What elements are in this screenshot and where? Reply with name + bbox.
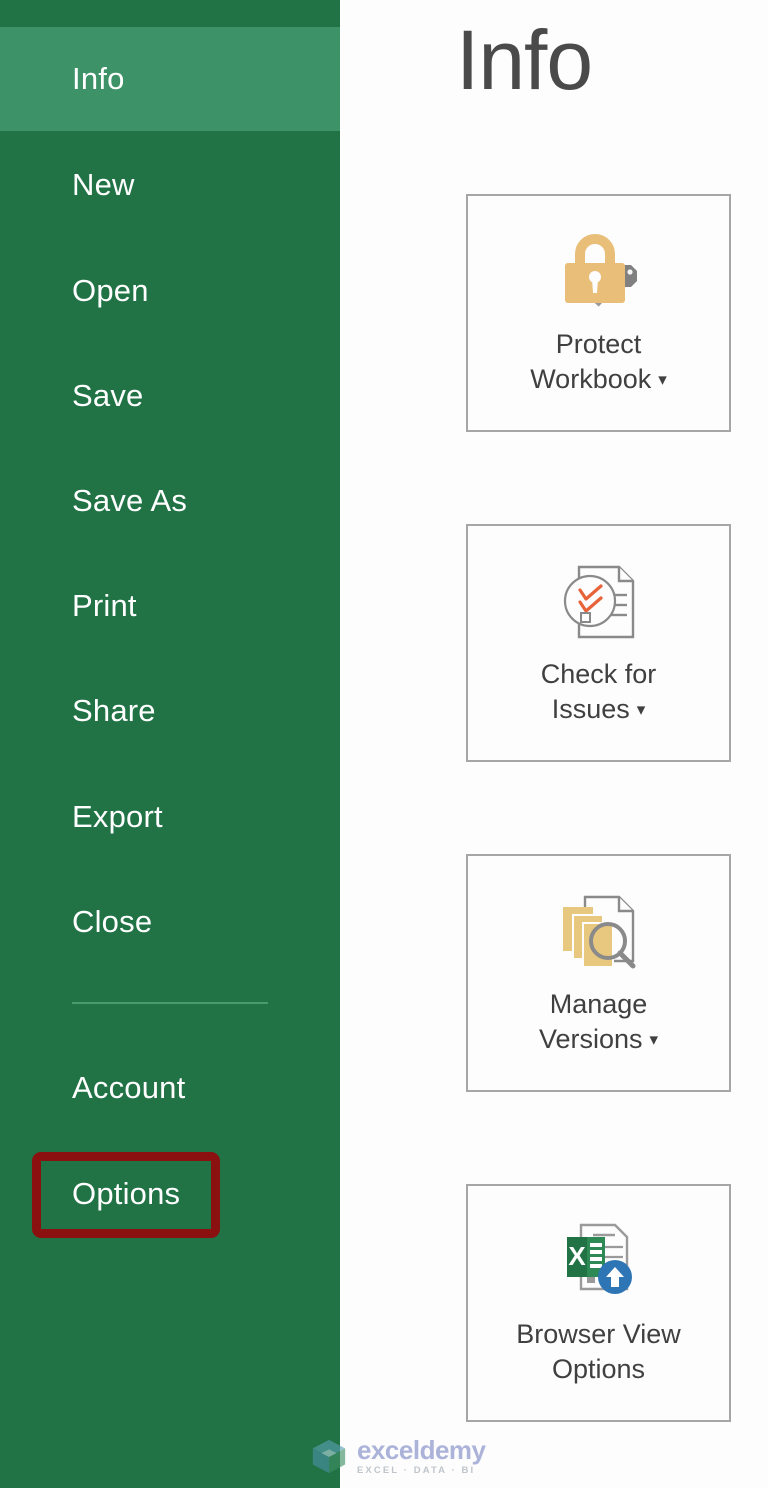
card-label-line2: Versions bbox=[538, 1024, 643, 1054]
sidebar-item-options[interactable]: Options bbox=[0, 1142, 340, 1246]
sidebar-item-new[interactable]: New bbox=[0, 133, 340, 237]
sidebar-item-label: Print bbox=[72, 588, 137, 623]
sidebar-item-label: Save bbox=[72, 378, 144, 413]
sidebar-item-label: New bbox=[72, 167, 135, 202]
card-label: Manage Versions ▾ bbox=[533, 987, 664, 1056]
card-protect-workbook[interactable]: Protect Workbook ▾ bbox=[466, 194, 731, 432]
card-manage-versions[interactable]: Manage Versions ▾ bbox=[466, 854, 731, 1092]
sidebar-item-label: Open bbox=[72, 273, 149, 308]
sidebar-item-open[interactable]: Open bbox=[0, 239, 340, 343]
sidebar-item-save[interactable]: Save bbox=[0, 344, 340, 448]
card-label-line2: Options bbox=[551, 1354, 646, 1384]
sidebar-item-save-as[interactable]: Save As bbox=[0, 449, 340, 553]
sidebar-item-export[interactable]: Export bbox=[0, 765, 340, 869]
sidebar-item-label: Account bbox=[72, 1070, 186, 1105]
sidebar-item-label: Info bbox=[72, 61, 125, 96]
sidebar-divider bbox=[72, 1002, 268, 1004]
card-label: Protect Workbook ▾ bbox=[524, 327, 673, 396]
sidebar-item-label: Close bbox=[72, 904, 153, 939]
exceldemy-watermark: exceldemy EXCEL · DATA · BI bbox=[310, 1435, 486, 1476]
sidebar-item-label: Save As bbox=[72, 483, 188, 518]
card-label-line1: Manage bbox=[549, 989, 648, 1020]
page-title: Info bbox=[456, 13, 593, 107]
chevron-down-icon[interactable]: ▾ bbox=[637, 699, 646, 721]
watermark-tagline: EXCEL · DATA · BI bbox=[357, 1465, 476, 1476]
card-check-for-issues[interactable]: Check for Issues ▾ bbox=[466, 524, 731, 762]
card-label-line1: Browser View bbox=[516, 1319, 681, 1350]
document-inspect-icon bbox=[553, 559, 645, 645]
svg-text:X: X bbox=[568, 1241, 586, 1271]
card-label-line2: Issues bbox=[551, 694, 630, 724]
card-label-line1: Check for bbox=[540, 659, 657, 690]
chevron-down-icon[interactable]: ▾ bbox=[650, 1029, 659, 1051]
sidebar-item-share[interactable]: Share bbox=[0, 659, 340, 763]
excel-upload-icon: X bbox=[553, 1219, 645, 1305]
sidebar-item-account[interactable]: Account bbox=[0, 1036, 340, 1140]
chevron-down-icon[interactable]: ▾ bbox=[658, 369, 667, 391]
versions-magnifier-icon bbox=[553, 889, 645, 975]
info-panel: Info Protect Workbook ▾ Check for Issues… bbox=[340, 0, 768, 1488]
lock-and-key-icon bbox=[553, 229, 645, 315]
card-browser-view-options[interactable]: X Browser View Options bbox=[466, 1184, 731, 1422]
card-label-line1: Protect bbox=[555, 329, 642, 360]
watermark-name: exceldemy bbox=[357, 1435, 486, 1465]
excel-backstage-info-screen: Info New Open Save Save As Print Share E… bbox=[0, 0, 768, 1488]
sidebar-item-label: Share bbox=[72, 693, 156, 728]
exceldemy-logo-icon bbox=[312, 1440, 346, 1474]
backstage-sidebar: Info New Open Save Save As Print Share E… bbox=[0, 0, 340, 1488]
sidebar-item-close[interactable]: Close bbox=[0, 870, 340, 974]
card-label: Check for Issues ▾ bbox=[535, 657, 663, 726]
sidebar-item-info[interactable]: Info bbox=[0, 27, 340, 131]
sidebar-item-label: Export bbox=[72, 799, 163, 834]
card-label: Browser View Options bbox=[510, 1317, 687, 1386]
card-label-line2: Workbook bbox=[530, 364, 652, 394]
sidebar-item-print[interactable]: Print bbox=[0, 554, 340, 658]
sidebar-item-label: Options bbox=[72, 1176, 181, 1211]
